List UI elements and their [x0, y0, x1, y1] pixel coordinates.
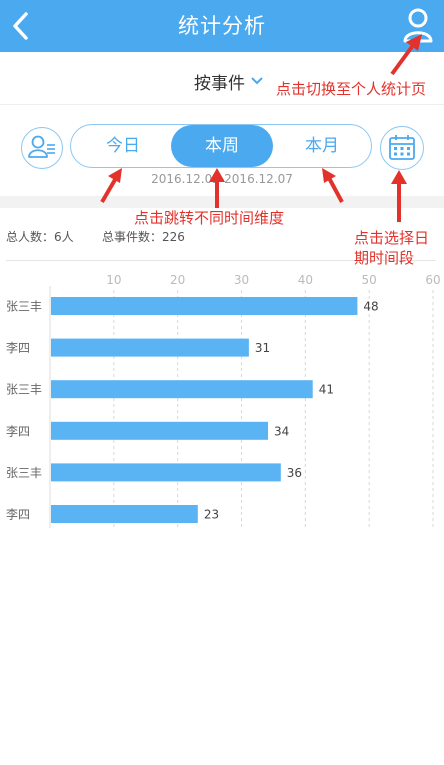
annotation-arrow-icon — [391, 170, 407, 222]
category-label: 张三丰 — [6, 466, 42, 480]
annotation-select-date-line1: 点击选择日 — [354, 229, 430, 247]
bar-value-label: 23 — [204, 508, 219, 522]
annotation-arrow-icon — [322, 168, 344, 203]
bar — [51, 297, 358, 315]
x-tick-label: 50 — [362, 273, 377, 287]
chevron-down-icon — [251, 77, 263, 85]
event-dropdown[interactable]: 按事件 — [194, 68, 263, 94]
category-label: 李四 — [6, 423, 30, 438]
calendar-button[interactable] — [380, 126, 424, 170]
x-tick-label: 40 — [298, 273, 313, 287]
total-events: 总事件数：226 — [102, 230, 185, 244]
annotation-jump-time: 点击跳转不同时间维度 — [134, 209, 285, 227]
user-list-icon — [28, 135, 55, 158]
x-tick-label: 60 — [425, 273, 440, 287]
divider — [0, 104, 444, 105]
x-tick-label: 10 — [106, 273, 121, 287]
page-title: 统计分析 — [178, 14, 266, 38]
bar — [51, 380, 313, 399]
tab-this-month[interactable]: 本月 — [279, 125, 365, 167]
tab-today[interactable]: 今日 — [81, 125, 165, 167]
event-dropdown-label: 按事件 — [194, 73, 245, 94]
bar — [51, 463, 281, 482]
category-label: 张三丰 — [6, 383, 42, 397]
calendar-icon — [389, 135, 415, 160]
bar — [51, 338, 249, 357]
bar-value-label: 36 — [287, 466, 302, 480]
bar-value-label: 31 — [255, 341, 270, 355]
x-tick-label: 30 — [234, 273, 249, 287]
x-tick-label: 20 — [170, 273, 185, 287]
annotation-select-date-line2: 期时间段 — [354, 249, 415, 267]
category-label: 李四 — [6, 340, 30, 355]
app-header: 统计分析 — [0, 0, 444, 52]
bar-value-label: 34 — [274, 424, 289, 438]
bar-value-label: 48 — [363, 300, 378, 314]
category-label: 李四 — [6, 507, 30, 522]
annotation-switch-personal: 点击切换至个人统计页 — [276, 80, 427, 98]
tab-this-week[interactable]: 本周 — [171, 125, 273, 167]
bar — [51, 421, 269, 440]
time-range-selector: 今日 本周 本月 — [70, 124, 372, 168]
annotation-arrow-icon — [390, 34, 422, 76]
category-label: 张三丰 — [6, 300, 42, 314]
event-bar-chart: 10 20 30 40 50 60 48 张三丰 31 李四 41 张三丰 34 李四 36 张三丰 23 李四 — [6, 273, 441, 528]
annotation-arrow-icon — [100, 168, 122, 204]
bar — [51, 505, 198, 523]
total-people: 总人数：6人 — [6, 230, 74, 244]
annotation-arrow-icon — [209, 168, 225, 208]
bar-value-label: 41 — [319, 383, 334, 397]
user-filter-button[interactable] — [21, 127, 63, 169]
